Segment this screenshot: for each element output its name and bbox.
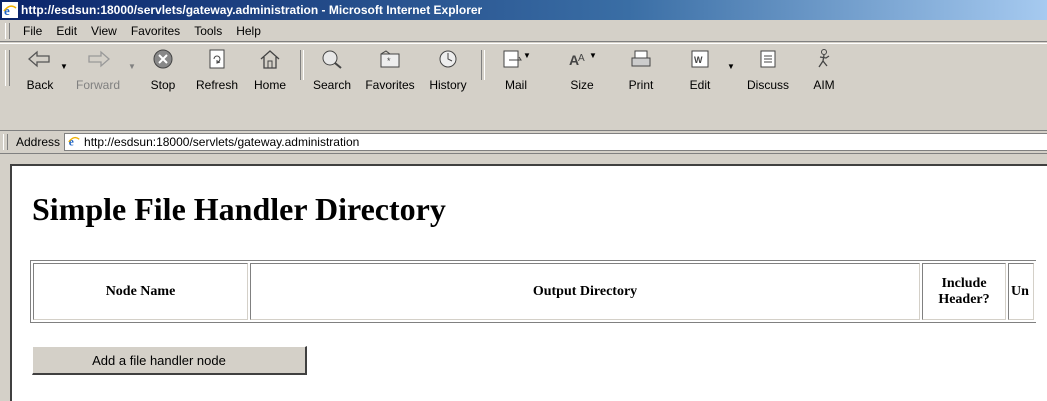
search-icon	[304, 48, 360, 78]
search-button[interactable]: Search	[304, 48, 360, 129]
back-dropdown-icon[interactable]: ▼	[60, 62, 68, 71]
address-label: Address	[16, 135, 61, 149]
menu-favorites[interactable]: Favorites	[124, 22, 187, 40]
discuss-button[interactable]: Discuss	[736, 48, 800, 129]
stop-icon	[138, 48, 188, 78]
font-size-icon: A A ▼	[552, 48, 612, 78]
word-edit-icon: W	[672, 48, 728, 78]
aim-button[interactable]: AIM	[800, 48, 848, 129]
content-frame-gap	[0, 154, 1047, 164]
discuss-icon	[736, 48, 800, 78]
toolbar-separator	[481, 50, 485, 80]
page-content: Simple File Handler Directory Node Name …	[10, 164, 1047, 401]
ie-logo-icon: e	[2, 2, 18, 18]
forward-button[interactable]: Forward	[70, 48, 126, 129]
favorites-folder-icon: *	[360, 48, 420, 78]
mail-icon: ▼	[486, 48, 546, 78]
table-header-row: Node Name Output Directory Include Heade…	[33, 263, 1034, 320]
toolbar-grip[interactable]	[5, 50, 10, 86]
printer-icon	[612, 48, 670, 78]
menu-grip[interactable]	[5, 22, 10, 39]
history-button[interactable]: History	[420, 48, 476, 129]
window-title: http://esdsun:18000/servlets/gateway.adm…	[21, 3, 483, 17]
history-icon	[420, 48, 476, 78]
home-icon	[245, 48, 295, 78]
column-header-include-header: Include Header?	[922, 263, 1006, 320]
address-url: http://esdsun:18000/servlets/gateway.adm…	[84, 135, 360, 149]
column-header-node-name: Node Name	[33, 263, 248, 320]
print-button[interactable]: Print	[612, 48, 670, 129]
svg-text:W: W	[694, 55, 703, 65]
menu-help[interactable]: Help	[229, 22, 268, 40]
aim-running-man-icon	[800, 48, 848, 78]
refresh-button[interactable]: Refresh	[189, 48, 245, 129]
back-button[interactable]: Back	[12, 48, 68, 129]
mail-button[interactable]: ▼ Mail	[486, 48, 546, 129]
edit-dropdown-icon[interactable]: ▼	[727, 62, 735, 71]
file-handler-table: Node Name Output Directory Include Heade…	[30, 260, 1036, 323]
menu-tools[interactable]: Tools	[187, 22, 229, 40]
address-input[interactable]: e http://esdsun:18000/servlets/gateway.a…	[64, 133, 1047, 151]
forward-arrow-icon	[70, 48, 126, 78]
address-bar: Address e http://esdsun:18000/servlets/g…	[0, 130, 1047, 154]
menu-view[interactable]: View	[84, 22, 124, 40]
refresh-icon	[189, 48, 245, 78]
standard-toolbar: Back ▼ Forward ▼ Stop Refresh Home Searc…	[0, 43, 1047, 130]
edit-button[interactable]: W Edit	[672, 48, 728, 129]
size-button[interactable]: A A ▼ Size	[552, 48, 612, 129]
svg-text:▼: ▼	[589, 51, 597, 60]
title-bar: e http://esdsun:18000/servlets/gateway.a…	[0, 0, 1047, 20]
menu-bar: File Edit View Favorites Tools Help	[0, 20, 1047, 42]
menu-file[interactable]: File	[16, 22, 49, 40]
address-grip[interactable]	[3, 134, 8, 150]
page-ie-icon: e	[67, 134, 81, 151]
svg-text:A: A	[578, 53, 585, 64]
column-header-output-directory: Output Directory	[250, 263, 920, 320]
page-title: Simple File Handler Directory	[32, 191, 446, 227]
favorites-button[interactable]: * Favorites	[360, 48, 420, 129]
home-button[interactable]: Home	[245, 48, 295, 129]
forward-dropdown-icon[interactable]: ▼	[128, 62, 136, 71]
add-file-handler-node-button[interactable]: Add a file handler node	[32, 346, 307, 375]
column-header-truncated: Un	[1008, 263, 1034, 320]
stop-button[interactable]: Stop	[138, 48, 188, 129]
menu-edit[interactable]: Edit	[49, 22, 84, 40]
svg-text:▼: ▼	[523, 51, 531, 60]
svg-text:*: *	[387, 56, 391, 66]
